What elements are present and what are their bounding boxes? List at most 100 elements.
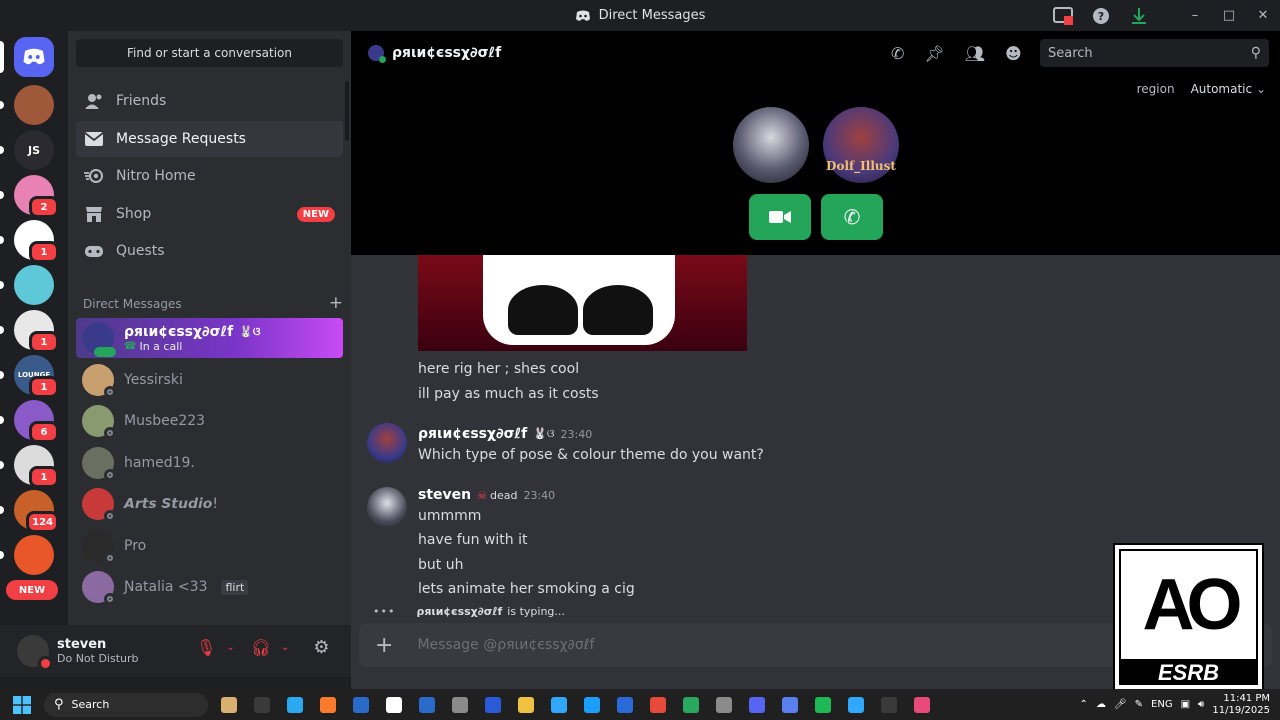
- mic-tray-icon[interactable]: 🎤︎: [1114, 699, 1127, 710]
- server-icon[interactable]: 124: [0, 490, 59, 533]
- deafen-options-icon[interactable]: ⌄: [281, 642, 289, 653]
- taskbar-app-icon[interactable]: [377, 689, 410, 720]
- taskbar-app-icon[interactable]: [839, 689, 872, 720]
- taskbar-app-icon[interactable]: [740, 689, 773, 720]
- message-author[interactable]: ρяιи¢єѕѕχ∂σℓf: [418, 426, 527, 442]
- taskbar-app-icon[interactable]: [905, 689, 938, 720]
- taskbar-app-icon[interactable]: [245, 689, 278, 720]
- muted-mic-icon[interactable]: 🎙︎: [196, 638, 216, 657]
- taskbar-app-icon[interactable]: [410, 689, 443, 720]
- message-line: here rig her ; shes cool: [418, 361, 580, 377]
- server-icon[interactable]: 1: [0, 445, 59, 488]
- add-friend-icon[interactable]: 👥︎: [965, 44, 985, 63]
- server-icon[interactable]: 6: [0, 400, 59, 443]
- pin-icon[interactable]: 📌︎: [924, 44, 944, 63]
- download-icon[interactable]: [1120, 0, 1158, 31]
- mic-options-icon[interactable]: ⌄: [226, 642, 234, 653]
- home-button[interactable]: [0, 37, 54, 77]
- nav-nitro-home[interactable]: Nitro Home: [76, 158, 343, 194]
- message-line: but uh: [418, 557, 464, 573]
- message-line: Which type of pose & colour theme do you…: [418, 447, 764, 463]
- search-box[interactable]: Search ⚲: [1040, 39, 1269, 67]
- tray-chevron-icon[interactable]: ⌃: [1080, 699, 1088, 710]
- taskbar-app-icon[interactable]: [278, 689, 311, 720]
- nav-shop[interactable]: Shop NEW: [76, 196, 343, 232]
- taskbar-app-icon[interactable]: [443, 689, 476, 720]
- find-conversation-button[interactable]: Find or start a conversation: [76, 39, 343, 67]
- taskbar-app-icon[interactable]: [575, 689, 608, 720]
- message-avatar[interactable]: [367, 487, 407, 527]
- dm-item[interactable]: Ɲatalia <33 flirt: [76, 567, 343, 607]
- add-attachment-icon[interactable]: +: [375, 633, 393, 658]
- clock-date: 11/19/2025: [1212, 704, 1270, 716]
- new-servers-badge[interactable]: NEW: [6, 580, 58, 600]
- dm-name: Pro: [124, 537, 147, 554]
- taskbar-app-icon[interactable]: [542, 689, 575, 720]
- message-author[interactable]: steven: [418, 487, 471, 503]
- nitro-icon: [84, 166, 104, 186]
- dm-item[interactable]: Yessirski: [76, 360, 343, 400]
- taskbar-app-icon[interactable]: [773, 689, 806, 720]
- taskbar-app-icon[interactable]: [344, 689, 377, 720]
- region-value: Automatic: [1190, 82, 1253, 96]
- clock[interactable]: 11:41 PM 11/19/2025: [1212, 693, 1270, 717]
- dm-item-active[interactable]: ρяιи¢єѕѕχ∂σℓf 🐰ଓ ☎ In a call: [76, 318, 343, 358]
- taskbar-app-icon[interactable]: [608, 689, 641, 720]
- offline-status-icon: [104, 593, 116, 605]
- taskbar-app-icon[interactable]: [212, 689, 245, 720]
- attached-image[interactable]: [418, 255, 747, 351]
- nav-friends[interactable]: Friends: [76, 83, 343, 119]
- dm-item[interactable]: Musbee223: [76, 401, 343, 441]
- taskbar-search[interactable]: ⚲ Search: [44, 692, 208, 717]
- dm-subtitle: In a call: [139, 339, 183, 353]
- server-icon[interactable]: 1: [0, 310, 59, 353]
- onedrive-icon[interactable]: ☁: [1096, 699, 1106, 710]
- settings-gear-icon[interactable]: ⚙: [313, 637, 329, 658]
- create-dm-icon[interactable]: +: [329, 295, 343, 312]
- taskbar-app-icon[interactable]: [476, 689, 509, 720]
- server-icon[interactable]: LOUNGE 1: [0, 355, 59, 398]
- voice-call-icon[interactable]: ✆: [891, 44, 904, 63]
- app-icon: [418, 696, 435, 713]
- maximize-button[interactable]: □: [1212, 0, 1246, 31]
- taskbar-app-icon[interactable]: [806, 689, 839, 720]
- dm-item[interactable]: Pro: [76, 526, 343, 566]
- taskbar-app-icon[interactable]: [509, 689, 542, 720]
- video-button[interactable]: [749, 194, 811, 240]
- server-icon[interactable]: JS: [0, 130, 54, 170]
- network-icon[interactable]: ▣: [1181, 699, 1190, 710]
- taskbar-app-icon[interactable]: [674, 689, 707, 720]
- avatar: [82, 529, 116, 564]
- nav-message-requests[interactable]: Message Requests: [76, 121, 343, 157]
- dm-item[interactable]: hamed19.: [76, 443, 343, 483]
- server-icon[interactable]: 1: [0, 220, 59, 263]
- message-input[interactable]: Message @ρяιи¢єѕѕχ∂σℓf: [417, 637, 594, 653]
- server-icon[interactable]: [0, 535, 54, 575]
- nav-quests[interactable]: Quests: [76, 233, 343, 269]
- region-select[interactable]: Automatic ⌄: [1191, 82, 1266, 96]
- taskbar-app-icon[interactable]: [872, 689, 905, 720]
- taskbar-app-icon[interactable]: [707, 689, 740, 720]
- shop-icon: [84, 204, 104, 224]
- dm-item[interactable]: 𝘼𝙧𝙩𝙨 𝙎𝙩𝙪𝙙𝙞𝙤!: [76, 484, 343, 524]
- app-icon: [319, 696, 336, 713]
- server-icon[interactable]: 2: [0, 175, 59, 218]
- server-icon[interactable]: [0, 265, 54, 305]
- pen-icon[interactable]: ✎: [1135, 699, 1143, 710]
- deafen-icon[interactable]: 🎧︎: [251, 638, 271, 657]
- help-icon[interactable]: ?: [1082, 0, 1120, 31]
- server-icon[interactable]: [0, 85, 54, 125]
- taskbar-app-icon[interactable]: [311, 689, 344, 720]
- minimize-button[interactable]: –: [1178, 0, 1212, 31]
- user-avatar[interactable]: [17, 635, 52, 670]
- volume-icon[interactable]: 🔊︎: [1198, 699, 1204, 710]
- taskbar-app-icon[interactable]: [641, 689, 674, 720]
- close-button[interactable]: ✕: [1246, 0, 1280, 31]
- language-indicator[interactable]: ENG: [1151, 699, 1173, 710]
- sidebar-scrollbar[interactable]: [345, 81, 349, 141]
- join-call-button[interactable]: ✆: [821, 194, 883, 240]
- profile-icon[interactable]: ☻: [1005, 44, 1022, 63]
- start-button[interactable]: [0, 689, 44, 720]
- message-avatar[interactable]: [367, 423, 407, 463]
- inbox-icon[interactable]: [1044, 0, 1082, 31]
